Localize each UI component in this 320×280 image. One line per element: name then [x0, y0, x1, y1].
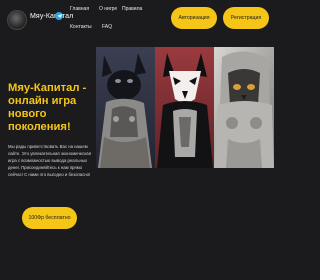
white-mask-cat-warrior-art: [155, 47, 215, 168]
hero-title: Мяу-Капитал - онлайн игра нового поколен…: [8, 82, 87, 133]
nav-home[interactable]: Главная: [70, 6, 89, 12]
black-cat-warrior-art: [96, 47, 156, 168]
login-button[interactable]: Авторизация: [171, 7, 217, 29]
hero-description: Мы рады приветствовать Вас на нашем сайт…: [8, 144, 92, 177]
silver-cat-knight-art: [214, 47, 274, 168]
free-bonus-button[interactable]: 100Фр бесплатно: [22, 207, 77, 229]
brand-name[interactable]: Мяу-Капитал: [30, 13, 73, 20]
nav-contacts[interactable]: Контакты: [70, 24, 92, 30]
logo-icon[interactable]: [7, 10, 27, 30]
telegram-icon[interactable]: [55, 12, 63, 20]
register-button[interactable]: Регистрация: [223, 7, 269, 29]
nav-rules[interactable]: Правила: [122, 6, 142, 12]
nav-about-game[interactable]: О нигре: [99, 6, 117, 12]
nav-faq[interactable]: FAQ: [102, 24, 112, 30]
